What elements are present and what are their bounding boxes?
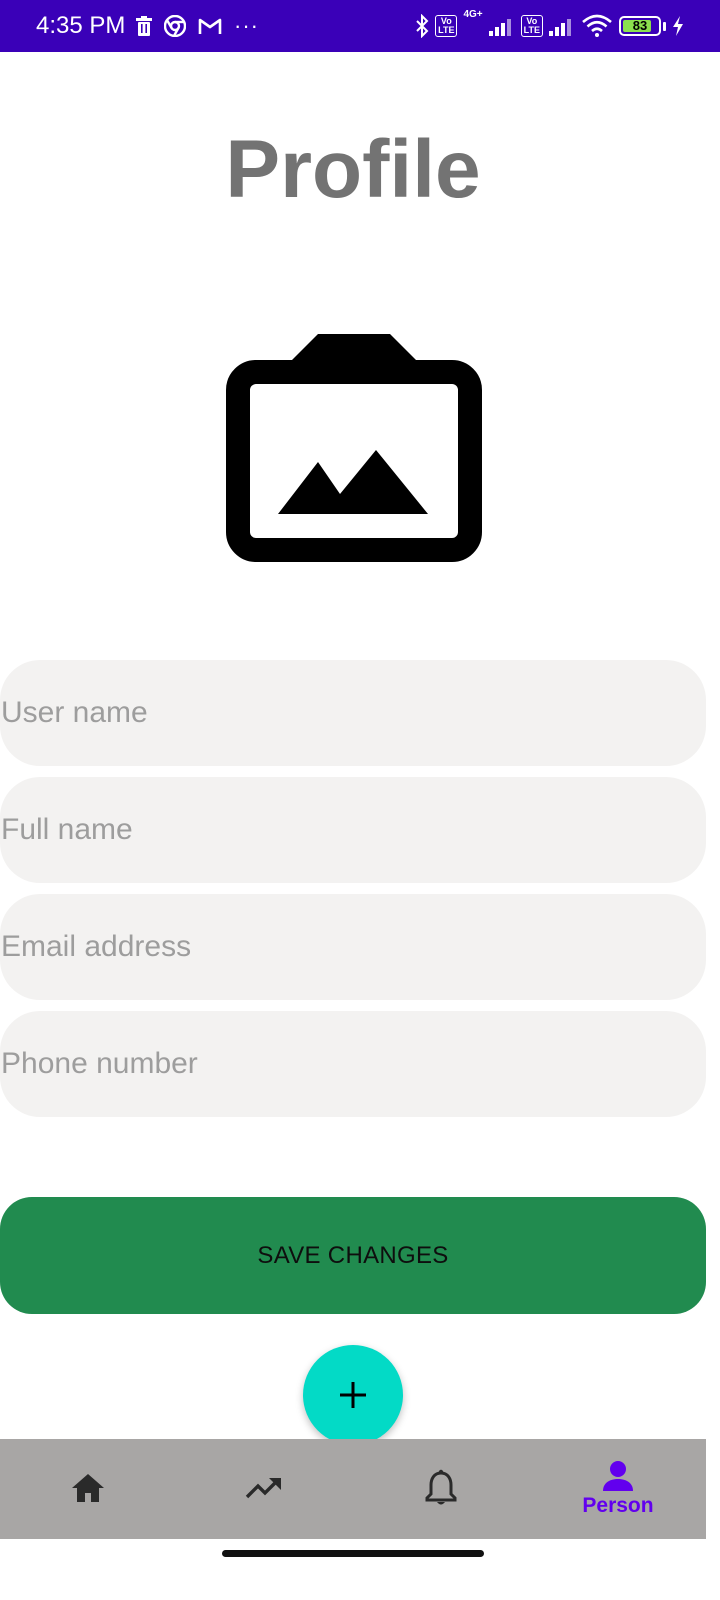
network-type: 4G+	[463, 9, 483, 20]
add-fab-button[interactable]	[303, 1345, 403, 1445]
chrome-icon	[164, 15, 186, 37]
nav-item-notifications[interactable]	[353, 1439, 529, 1539]
battery-cap	[663, 21, 666, 31]
signal-icon	[488, 19, 511, 36]
home-indicator[interactable]	[222, 1550, 484, 1557]
bell-icon	[425, 1469, 457, 1505]
volte-badge: Vo LTE	[435, 15, 458, 37]
more-notifications-icon: ···	[234, 13, 259, 38]
status-right-icons: Vo LTE 4G+ Vo LTE 83	[415, 9, 684, 40]
status-bar: 4:35 PM ··· Vo LTE 4G+ Vo LTE 83	[0, 0, 720, 52]
battery-level: 83	[632, 18, 648, 33]
fullname-field[interactable]	[0, 777, 706, 883]
person-icon	[603, 1461, 633, 1491]
add-photo-icon[interactable]	[226, 334, 482, 566]
phone-input[interactable]	[0, 1011, 706, 1117]
battery-icon: 83	[619, 16, 661, 36]
gmail-icon	[198, 18, 222, 34]
wifi-icon	[582, 14, 612, 37]
bluetooth-icon	[416, 14, 429, 38]
signal-icon-2	[549, 19, 571, 36]
bottom-navigation: Person	[0, 1439, 706, 1539]
trash-icon	[136, 16, 152, 36]
username-field[interactable]	[0, 660, 706, 766]
plus-icon	[340, 1382, 366, 1408]
nav-label-person: Person	[582, 1494, 654, 1517]
nav-item-trending[interactable]	[176, 1439, 352, 1539]
home-icon	[72, 1474, 104, 1502]
nav-item-home[interactable]	[0, 1439, 176, 1539]
email-input[interactable]	[0, 894, 706, 1000]
charging-icon	[673, 16, 683, 36]
nav-item-person[interactable]: Person	[530, 1439, 706, 1539]
fullname-input[interactable]	[0, 777, 706, 883]
save-changes-button[interactable]: SAVE CHANGES	[0, 1197, 706, 1314]
username-input[interactable]	[0, 660, 706, 766]
page-title: Profile	[225, 124, 481, 215]
status-time: 4:35 PM	[36, 12, 126, 39]
status-left-icons: ···	[136, 14, 259, 38]
phone-field[interactable]	[0, 1011, 706, 1117]
email-field[interactable]	[0, 894, 706, 1000]
trending-up-icon	[245, 1478, 281, 1499]
volte-badge-2: Vo LTE	[520, 15, 543, 37]
